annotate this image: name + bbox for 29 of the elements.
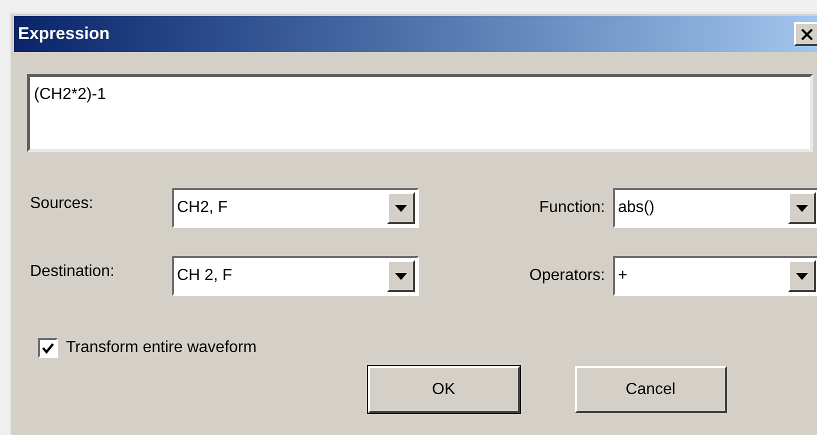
- caret-icon: [796, 272, 808, 280]
- field-label: Operators:: [529, 266, 606, 286]
- dialog-button[interactable]: OK: [368, 366, 520, 413]
- dropdown-arrow-button[interactable]: [788, 192, 816, 224]
- dropdown-value: +: [617, 266, 628, 286]
- expression-field[interactable]: (CH2*2)-1: [27, 74, 813, 152]
- field-label: Function:: [539, 198, 606, 218]
- dropdown-field[interactable]: abs(): [613, 188, 817, 228]
- close-icon: [801, 28, 813, 40]
- dropdown-arrow-button[interactable]: [387, 192, 415, 224]
- dropdown-arrow-button[interactable]: [788, 260, 816, 292]
- close-button[interactable]: [794, 22, 817, 46]
- dialog-button[interactable]: Cancel: [574, 366, 727, 413]
- field-label: Sources:: [30, 194, 94, 214]
- dropdown-field[interactable]: CH 2, F: [172, 256, 419, 296]
- checkmark-icon: [42, 342, 54, 354]
- dropdown-arrow-button[interactable]: [387, 260, 415, 292]
- window-title: Expression: [18, 23, 110, 46]
- field-label: Destination:: [30, 262, 116, 282]
- checkbox[interactable]: [38, 338, 58, 358]
- caret-icon: [796, 204, 808, 212]
- caret-icon: [395, 272, 407, 280]
- caret-icon: [395, 204, 407, 212]
- dropdown-field[interactable]: +: [613, 256, 817, 296]
- dropdown-value: abs(): [617, 198, 656, 218]
- checkbox-label: Transform entire waveform: [66, 338, 257, 358]
- dropdown-value: CH2, F: [176, 198, 229, 218]
- dropdown-value: CH 2, F: [176, 266, 234, 286]
- dropdown-field[interactable]: CH2, F: [172, 188, 419, 228]
